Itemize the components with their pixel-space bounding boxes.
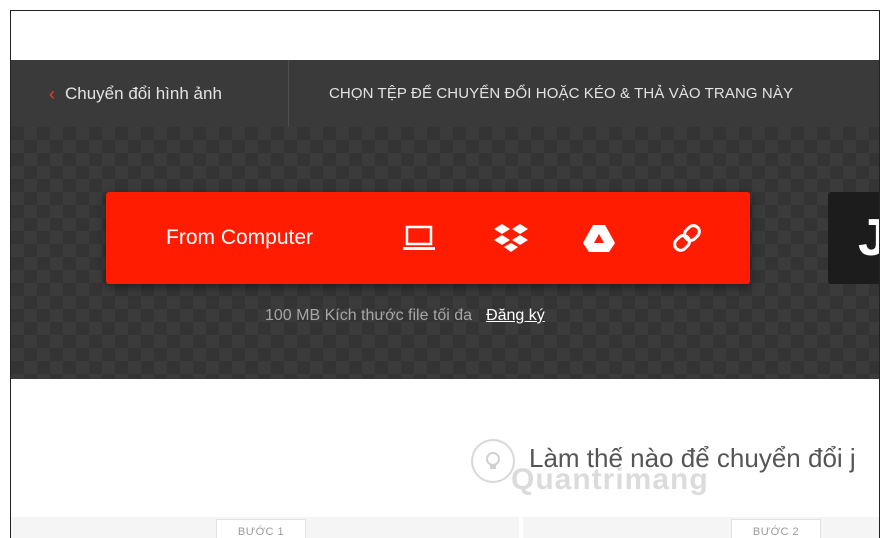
back-link-label: Chuyển đổi hình ảnh (65, 83, 222, 103)
lightbulb-icon (471, 439, 515, 483)
next-panel-letter: J (858, 208, 879, 268)
link-icon[interactable] (667, 218, 707, 258)
size-limit: 100 MB Kích thước file tối đa Đăng ký (265, 307, 545, 325)
step-2-panel (523, 517, 879, 538)
upload-button-bar[interactable]: From Computer (106, 192, 750, 284)
google-drive-icon[interactable] (579, 218, 619, 258)
back-link[interactable]: ‹ Chuyển đổi hình ảnh (11, 60, 289, 127)
top-bar (11, 11, 879, 60)
next-panel-tile: J (828, 192, 879, 284)
laptop-icon[interactable] (399, 218, 439, 258)
chevron-left-icon: ‹ (49, 83, 55, 104)
browser-frame: ‹ Chuyển đổi hình ảnh CHỌN TỆP ĐỂ CHUYỂN… (10, 10, 880, 538)
steps-row: BƯỚC 1 BƯỚC 2 (11, 517, 879, 538)
step-1-badge: BƯỚC 1 (216, 519, 306, 538)
howto-heading: Làm thế nào để chuyển đổi j (529, 443, 856, 473)
size-limit-text: 100 MB Kích thước file tối đa (265, 307, 473, 324)
sub-navigation: ‹ Chuyển đổi hình ảnh CHỌN TỆP ĐỂ CHUYỂN… (11, 60, 879, 127)
step-2-badge: BƯỚC 2 (731, 519, 821, 538)
signup-link[interactable]: Đăng ký (486, 307, 545, 325)
upload-hero: From Computer 100 MB Kích thước file tối… (11, 127, 879, 379)
howto-section: Quantrimang Làm thế nào để chuyển đổi j … (11, 379, 879, 538)
drop-hint: CHỌN TỆP ĐỂ CHUYỂN ĐỔI HOẶC KÉO & THẢ VÀ… (329, 85, 794, 102)
dropbox-icon[interactable] (491, 218, 531, 258)
from-computer-button[interactable]: From Computer (166, 192, 313, 284)
